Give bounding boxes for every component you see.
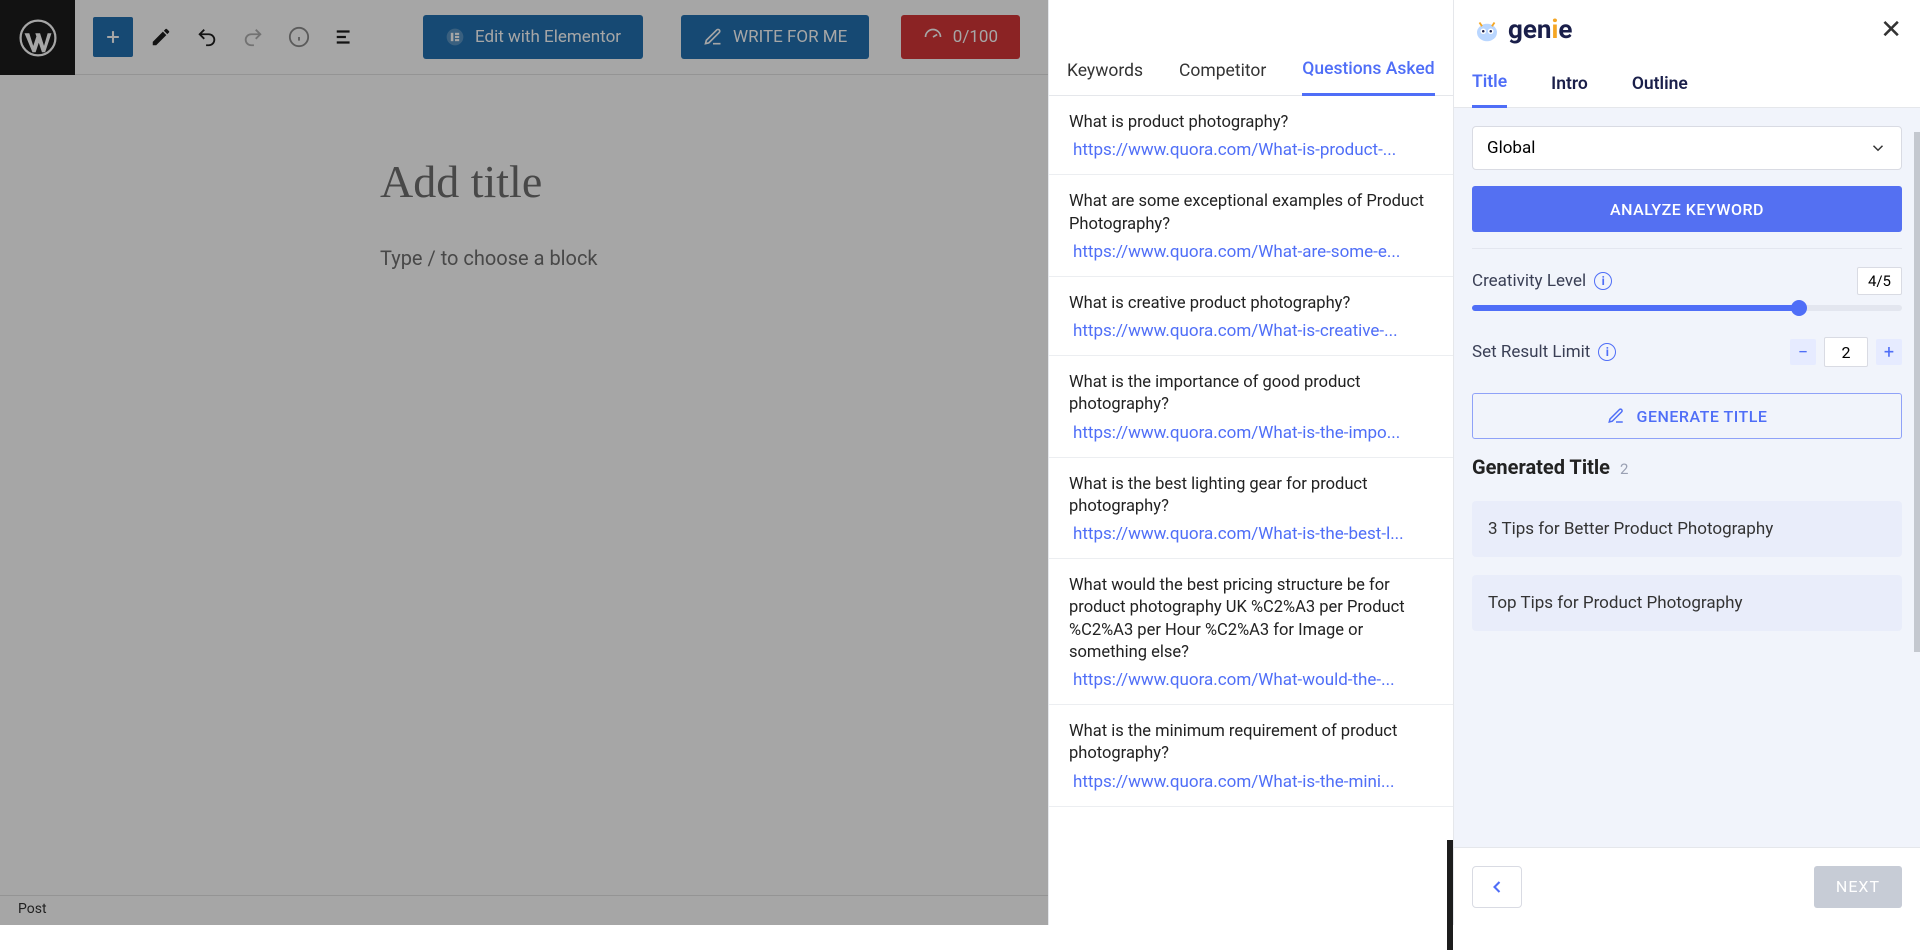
result-limit-value: 2 [1824,337,1868,367]
write-for-me-button[interactable]: WRITE FOR ME [681,15,869,59]
seo-score-value: 0/100 [953,27,998,47]
close-icon[interactable]: ✕ [1880,15,1902,45]
tab-competitor[interactable]: Competitor [1179,47,1266,95]
question-link[interactable]: https://www.quora.com/What-are-some-e... [1069,242,1433,262]
question-link[interactable]: https://www.quora.com/What-is-creative-.… [1069,321,1433,341]
question-text: What would the best pricing structure be… [1069,575,1433,664]
region-select[interactable]: Global [1472,126,1902,170]
question-link[interactable]: https://www.quora.com/What-is-the-best-l… [1069,524,1433,544]
generate-title-button[interactable]: GENERATE TITLE [1472,393,1902,439]
question-link[interactable]: https://www.quora.com/What-is-the-mini..… [1069,772,1433,792]
increment-button[interactable]: + [1876,339,1902,365]
question-item[interactable]: What are some exceptional examples of Pr… [1049,175,1453,277]
creativity-label: Creativity Level i [1472,271,1612,291]
question-text: What are some exceptional examples of Pr… [1069,191,1433,236]
next-button[interactable]: NEXT [1814,866,1902,908]
chevron-down-icon [1869,139,1887,157]
genie-panel: genie ✕ Title Intro Outline Global ANALY… [1453,0,1920,925]
genie-footer: NEXT [1454,847,1920,925]
question-item[interactable]: What is product photography? https://www.… [1049,96,1453,175]
question-text: What is the best lighting gear for produ… [1069,474,1433,519]
title-placeholder[interactable]: Add title [380,155,1048,208]
region-value: Global [1487,138,1535,158]
question-link[interactable]: https://www.quora.com/What-would-the-... [1069,670,1433,690]
questions-list[interactable]: What is product photography? https://www.… [1049,96,1453,925]
genie-body: Global ANALYZE KEYWORD Creativity Level … [1454,108,1920,847]
generated-title-result[interactable]: 3 Tips for Better Product Photography [1472,501,1902,557]
outline-icon[interactable] [327,19,363,55]
right-scrollbar[interactable] [1914,132,1920,652]
wordpress-editor: Edit with Elementor WRITE FOR ME 0/100 A… [0,0,1048,925]
question-item[interactable]: What is the importance of good product p… [1049,356,1453,458]
genie-logo: genie [1472,15,1572,45]
questions-panel: Keywords Competitor Questions Asked What… [1048,0,1453,925]
block-placeholder[interactable]: Type / to choose a block [380,246,1048,270]
write-for-me-label: WRITE FOR ME [733,27,847,47]
editor-canvas[interactable]: Add title Type / to choose a block [0,75,1048,270]
generated-title-heading: Generated Title 2 [1472,455,1902,479]
redo-icon[interactable] [235,19,271,55]
edit-elementor-button[interactable]: Edit with Elementor [423,15,643,59]
result-limit-label: Set Result Limit i [1472,342,1616,362]
genie-header: genie ✕ [1454,0,1920,60]
editor-footer: Post [0,895,1048,925]
result-limit-stepper: − 2 + [1790,337,1902,367]
post-type-label: Post [18,901,47,917]
question-text: What is product photography? [1069,112,1433,134]
genie-tabs: Title Intro Outline [1454,60,1920,108]
add-block-button[interactable] [93,17,133,57]
question-item[interactable]: What is the best lighting gear for produ… [1049,458,1453,560]
tab-questions-asked[interactable]: Questions Asked [1302,45,1434,96]
info-icon[interactable]: i [1598,343,1616,361]
info-icon[interactable]: i [1594,272,1612,290]
back-button[interactable] [1472,866,1522,908]
question-text: What is the minimum requirement of produ… [1069,721,1433,766]
tab-outline[interactable]: Outline [1632,61,1688,107]
analyze-keyword-button[interactable]: ANALYZE KEYWORD [1472,186,1902,232]
generated-title-result[interactable]: Top Tips for Product Photography [1472,575,1902,631]
seo-score-button[interactable]: 0/100 [901,15,1020,59]
tab-title[interactable]: Title [1472,59,1507,108]
question-link[interactable]: https://www.quora.com/What-is-the-impo..… [1069,423,1433,443]
research-tabs: Keywords Competitor Questions Asked [1049,46,1453,96]
question-text: What is the importance of good product p… [1069,372,1433,417]
editor-toolbar: Edit with Elementor WRITE FOR ME 0/100 [0,0,1048,75]
creativity-value: 4/5 [1857,267,1902,295]
question-item[interactable]: What would the best pricing structure be… [1049,559,1453,705]
question-item[interactable]: What is creative product photography? htt… [1049,277,1453,356]
info-icon[interactable] [281,19,317,55]
undo-icon[interactable] [189,19,225,55]
decrement-button[interactable]: − [1790,339,1816,365]
tab-intro[interactable]: Intro [1551,61,1588,107]
edit-elementor-label: Edit with Elementor [475,27,621,47]
tab-keywords[interactable]: Keywords [1067,47,1143,95]
question-link[interactable]: https://www.quora.com/What-is-product-..… [1069,140,1433,160]
edit-icon[interactable] [143,19,179,55]
creativity-slider[interactable] [1472,305,1902,311]
question-item[interactable]: What is the minimum requirement of produ… [1049,705,1453,807]
question-text: What is creative product photography? [1069,293,1433,315]
wordpress-logo[interactable] [0,0,75,75]
